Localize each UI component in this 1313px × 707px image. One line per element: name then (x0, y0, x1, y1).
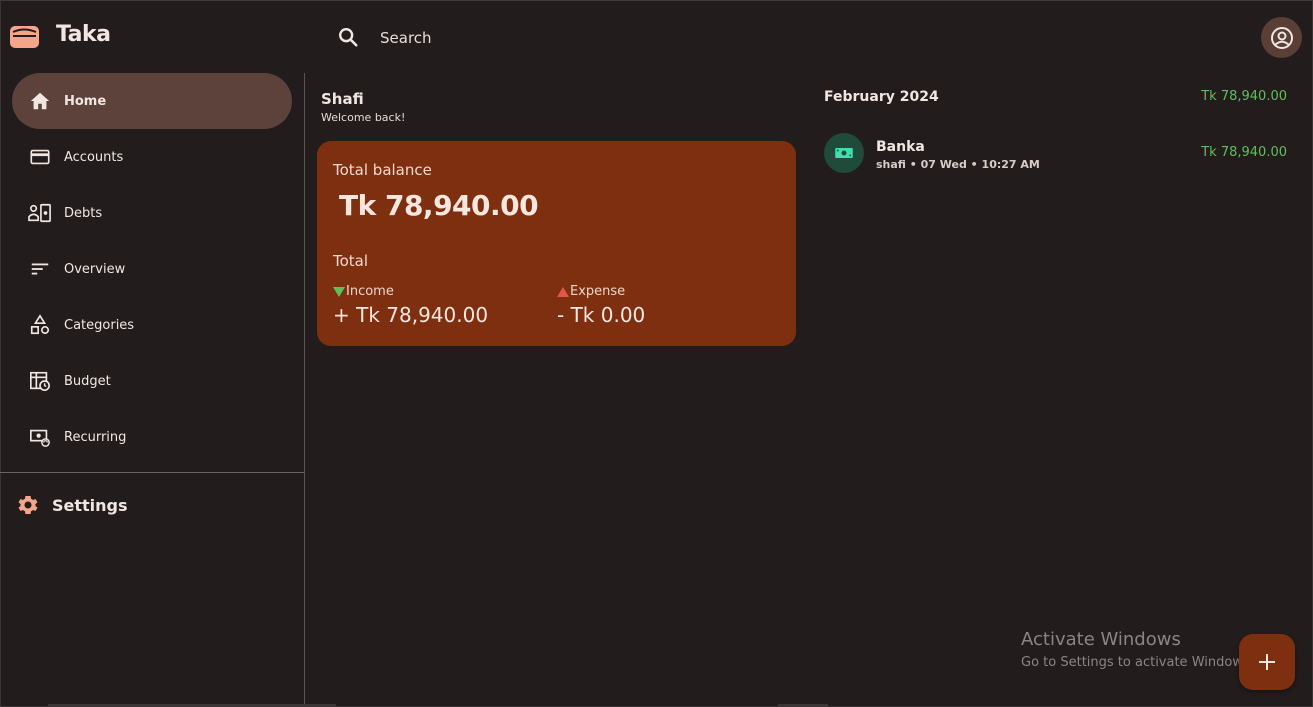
account-avatar-button[interactable] (1261, 17, 1302, 58)
gear-icon (16, 493, 40, 517)
sidebar-item-accounts[interactable]: Accounts (12, 129, 292, 185)
debts-icon (28, 201, 52, 225)
sidebar-item-label: Debts (64, 205, 103, 221)
month-header: February 2024 (824, 89, 939, 105)
sidebar-divider (304, 73, 305, 707)
add-transaction-button[interactable] (1239, 634, 1295, 690)
plus-icon (1259, 654, 1275, 670)
transaction-title: Banka (876, 139, 925, 155)
expense-value: - Tk 0.00 (557, 303, 646, 327)
transaction-subtitle: shafi • 07 Wed • 10:27 AM (876, 158, 1040, 171)
sidebar-item-home[interactable]: Home (12, 73, 292, 129)
account-circle-icon (1270, 26, 1293, 49)
search-input[interactable] (372, 24, 792, 52)
cash-icon (824, 133, 864, 173)
sidebar-item-categories[interactable]: Categories (12, 297, 292, 353)
income-label-group: Income (333, 284, 394, 299)
sidebar-item-label: Categories (64, 317, 135, 333)
income-label: Income (346, 284, 394, 299)
sidebar-item-budget[interactable]: Budget (12, 353, 292, 409)
activate-windows-title: Activate Windows (1021, 629, 1181, 650)
home-icon (28, 89, 52, 113)
card-icon (28, 145, 52, 169)
balance-card: Total balance Tk 78,940.00 Total Income … (317, 141, 796, 346)
expense-label-group: Expense (557, 284, 625, 299)
recurring-icon (28, 425, 52, 449)
sidebar-item-label: Budget (64, 373, 111, 389)
sidebar-separator (0, 472, 304, 473)
welcome-text: Welcome back! (321, 111, 406, 124)
sidebar-item-label: Home (64, 93, 107, 109)
expense-arrow-up-icon (557, 286, 569, 297)
sidebar-item-debts[interactable]: Debts (12, 185, 292, 241)
user-name: Shafi (321, 90, 364, 108)
transaction-row[interactable]: Banka shafi • 07 Wed • 10:27 AM Tk 78,94… (820, 131, 1292, 177)
activate-windows-subtitle: Go to Settings to activate Windows. (1021, 655, 1254, 670)
sidebar-item-label: Recurring (64, 429, 127, 445)
total-balance-amount: Tk 78,940.00 (339, 189, 539, 222)
search-icon[interactable] (337, 26, 359, 48)
sidebar-item-label: Accounts (64, 149, 124, 165)
transaction-amount: Tk 78,940.00 (1201, 145, 1287, 160)
expense-label: Expense (570, 284, 626, 299)
balance-card-title: Total balance (333, 161, 432, 179)
sidebar-item-settings[interactable]: Settings (16, 490, 128, 520)
sidebar-item-overview[interactable]: Overview (12, 241, 292, 297)
budget-icon (28, 369, 52, 393)
month-total: Tk 78,940.00 (1201, 89, 1287, 104)
sidebar-item-recurring[interactable]: Recurring (12, 409, 292, 465)
app-title: Taka (56, 22, 111, 47)
sort-icon (28, 257, 52, 281)
income-arrow-down-icon (333, 286, 345, 297)
total-label: Total (333, 252, 369, 270)
shapes-icon (28, 313, 52, 337)
sidebar-item-label: Overview (64, 261, 126, 277)
income-value: + Tk 78,940.00 (333, 303, 489, 327)
wallet-logo-icon (10, 26, 39, 48)
settings-label: Settings (52, 495, 128, 515)
